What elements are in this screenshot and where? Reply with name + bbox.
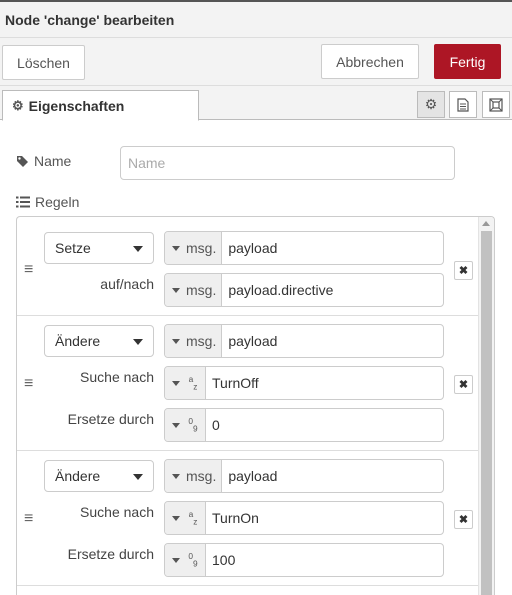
search-label: Suche nach xyxy=(80,369,154,385)
drag-handle-icon[interactable]: ≡ xyxy=(24,262,36,278)
rules-label: Regeln xyxy=(35,194,80,210)
caret-down-icon xyxy=(172,287,180,293)
replace-label: Ersetze durch xyxy=(67,546,154,562)
number-type-icon: 09 xyxy=(188,416,198,434)
caret-down-icon xyxy=(172,422,180,428)
string-type-icon: az xyxy=(188,374,198,392)
type-label: msg. xyxy=(186,468,217,484)
rule-target-input[interactable]: msg. payload xyxy=(164,459,444,493)
scroll-thumb[interactable] xyxy=(481,231,492,595)
type-select[interactable]: 09 xyxy=(165,544,206,576)
chevron-down-icon xyxy=(133,474,143,480)
gear-icon: ⚙ xyxy=(12,97,24,113)
caret-down-icon xyxy=(172,515,180,521)
name-label: Name xyxy=(34,153,72,169)
rule-target-input[interactable]: msg. payload xyxy=(164,324,444,358)
search-value: TurnOff xyxy=(212,375,259,391)
rule-action-select[interactable]: Ändere xyxy=(44,325,154,357)
type-label: msg. xyxy=(186,282,217,298)
chevron-down-icon xyxy=(133,339,143,345)
document-icon xyxy=(457,97,469,112)
list-icon xyxy=(16,196,30,208)
rule-action-value: Ändere xyxy=(55,468,101,484)
type-label: msg. xyxy=(186,333,217,349)
scroll-up-icon[interactable] xyxy=(482,221,490,226)
rule-action-value: Setze xyxy=(55,240,91,256)
type-select[interactable]: az xyxy=(165,367,206,399)
remove-rule-button[interactable]: ✖ xyxy=(454,375,473,394)
description-tab-button[interactable] xyxy=(449,91,477,118)
caret-down-icon xyxy=(172,473,180,479)
search-label: Suche nach xyxy=(80,504,154,520)
rule-action-value: Ändere xyxy=(55,333,101,349)
rules-scrollbar[interactable] xyxy=(478,217,494,595)
dialog-title: Node 'change' bearbeiten xyxy=(5,12,175,28)
remove-rule-button[interactable]: ✖ xyxy=(454,261,473,280)
rule-item: ≡ Ändere msg. payload Suche nach az Turn… xyxy=(17,451,479,586)
appearance-tab-button[interactable] xyxy=(482,91,510,118)
replace-label: Ersetze durch xyxy=(67,411,154,427)
target-value: payload xyxy=(228,333,278,349)
number-type-icon: 09 xyxy=(188,551,198,569)
settings-tab-button[interactable]: ⚙ xyxy=(417,91,445,118)
chevron-down-icon xyxy=(133,246,143,252)
cancel-button[interactable]: Abbrechen xyxy=(321,44,419,79)
type-select[interactable]: msg. xyxy=(165,232,223,264)
rule-to-input[interactable]: msg. payload.directive xyxy=(164,273,444,307)
type-label: msg. xyxy=(186,240,217,256)
caret-down-icon xyxy=(172,557,180,563)
tag-icon xyxy=(17,155,28,167)
close-icon: ✖ xyxy=(458,514,469,526)
remove-rule-button[interactable]: ✖ xyxy=(454,510,473,529)
close-icon: ✖ xyxy=(458,265,469,277)
type-select[interactable]: 09 xyxy=(165,409,206,441)
rule-target-input[interactable]: msg. payload xyxy=(164,231,444,265)
target-value: payload xyxy=(228,240,278,256)
replace-value: 0 xyxy=(212,417,220,433)
dialog-titlebar: Node 'change' bearbeiten xyxy=(0,0,512,38)
to-label: auf/nach xyxy=(100,276,154,292)
type-select[interactable]: msg. xyxy=(165,274,223,306)
rule-item: ≡ Ändere msg. payload Suche nach az Turn… xyxy=(17,316,479,451)
caret-down-icon xyxy=(172,338,180,344)
rule-replace-input[interactable]: 09 100 xyxy=(164,543,444,577)
caret-down-icon xyxy=(172,380,180,386)
string-type-icon: az xyxy=(188,509,198,527)
type-select[interactable]: msg. xyxy=(165,460,223,492)
close-icon: ✖ xyxy=(458,379,469,391)
rules-list: ≡ Setze msg. payload auf/nach msg. paylo… xyxy=(16,216,495,595)
name-label-row: Name xyxy=(16,153,71,169)
tab-bar: ⚙ Eigenschaften ⚙ xyxy=(0,86,512,121)
caret-down-icon xyxy=(172,245,180,251)
rules-label-row: Regeln xyxy=(16,194,79,210)
to-value: payload.directive xyxy=(228,282,334,298)
drag-handle-icon[interactable]: ≡ xyxy=(24,511,36,527)
target-value: payload xyxy=(228,468,278,484)
name-input[interactable] xyxy=(120,146,455,180)
appearance-icon xyxy=(489,97,503,112)
rule-search-input[interactable]: az TurnOn xyxy=(164,501,444,535)
type-select[interactable]: msg. xyxy=(165,325,223,357)
rule-replace-input[interactable]: 09 0 xyxy=(164,408,444,442)
tab-properties-label: Eigenschaften xyxy=(28,97,125,114)
replace-value: 100 xyxy=(212,552,236,568)
tab-properties[interactable]: ⚙ Eigenschaften xyxy=(2,90,199,121)
dialog-toolbar: Löschen Abbrechen Fertig xyxy=(0,38,512,86)
done-button[interactable]: Fertig xyxy=(434,44,501,79)
drag-handle-icon[interactable]: ≡ xyxy=(24,376,36,392)
delete-button[interactable]: Löschen xyxy=(2,45,85,80)
search-value: TurnOn xyxy=(212,510,259,526)
rule-action-select[interactable]: Ändere xyxy=(44,460,154,492)
type-select[interactable]: az xyxy=(165,502,206,534)
rule-action-select[interactable]: Setze xyxy=(44,232,154,264)
gear-icon: ⚙ xyxy=(424,96,438,112)
rule-search-input[interactable]: az TurnOff xyxy=(164,366,444,400)
rule-item: ≡ Setze msg. payload auf/nach msg. paylo… xyxy=(17,217,479,316)
